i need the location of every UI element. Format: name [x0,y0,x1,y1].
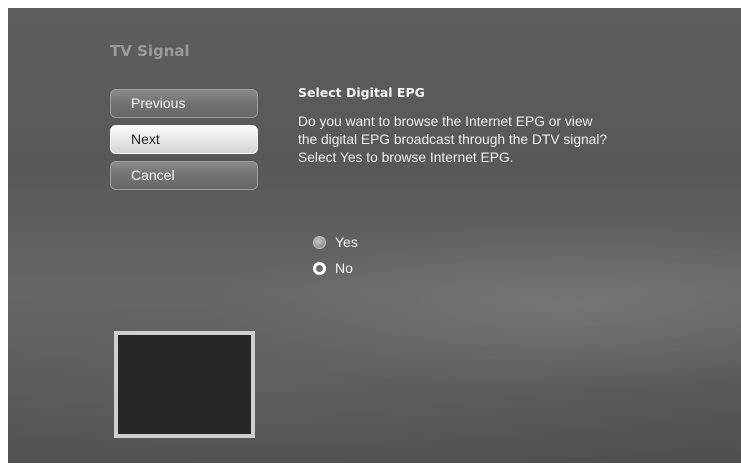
radio-label-no: No [335,260,353,276]
tv-signal-screen: TV Signal Previous Next Cancel Select Di… [8,8,741,463]
next-button[interactable]: Next [110,125,258,154]
radio-option-yes[interactable]: Yes [313,234,358,250]
radio-unselected-icon[interactable] [313,235,326,249]
page-title: TV Signal [110,42,190,60]
radio-dot [316,264,323,272]
radio-label-yes: Yes [335,234,358,250]
radio-selected-icon[interactable] [313,261,326,275]
description-line: the digital EPG broadcast through the DT… [298,132,608,147]
cancel-button[interactable]: Cancel [110,161,258,190]
previous-button[interactable]: Previous [110,89,258,118]
section-heading: Select Digital EPG [298,85,425,100]
description-line: Select Yes to browse Internet EPG. [298,150,514,165]
description-line: Do you want to browse the Internet EPG o… [298,114,593,129]
radio-option-no[interactable]: No [313,260,353,276]
tv-preview-window [114,331,255,438]
section-description: Do you want to browse the Internet EPG o… [298,113,678,167]
